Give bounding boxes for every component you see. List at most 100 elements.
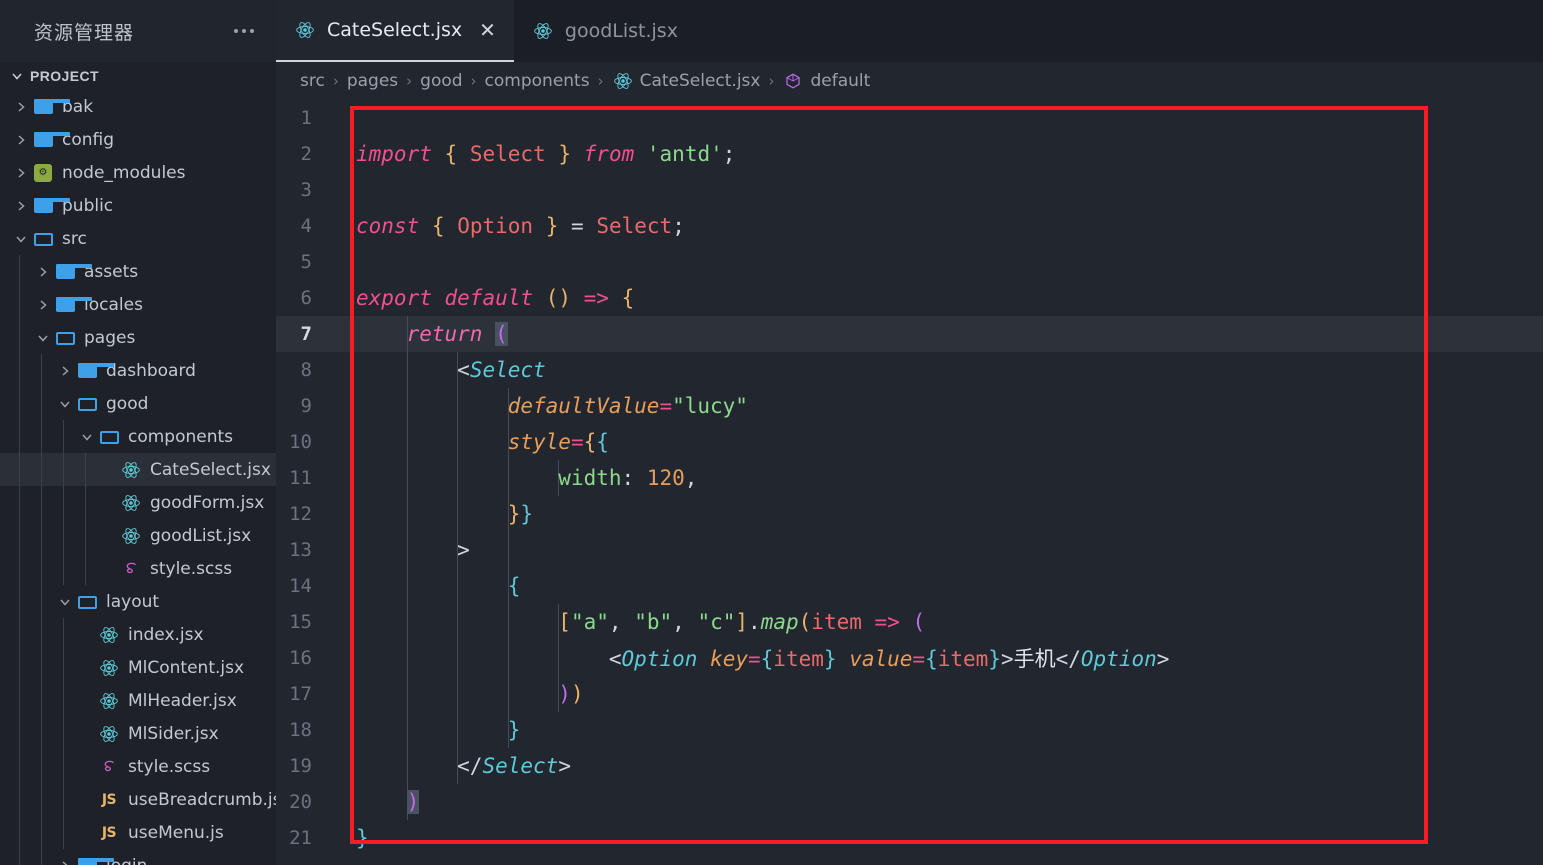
code-line-text[interactable]: defaultValue="lucy" bbox=[326, 394, 1543, 418]
more-actions-icon[interactable] bbox=[230, 23, 258, 39]
code-line-5[interactable]: 5 bbox=[276, 244, 1543, 280]
tree-item-good[interactable]: good bbox=[0, 387, 276, 420]
symbol-default-icon bbox=[782, 70, 804, 92]
tree-item-locales[interactable]: locales bbox=[0, 288, 276, 321]
breadcrumb-item-src[interactable]: src bbox=[300, 71, 325, 91]
breadcrumb-item-pages[interactable]: pages bbox=[347, 71, 398, 91]
tree-item-mlsider-jsx[interactable]: MlSider.jsx bbox=[0, 717, 276, 750]
chevron-right-icon[interactable] bbox=[54, 364, 76, 378]
code-line-text[interactable]: } bbox=[326, 718, 1543, 742]
chevron-down-icon[interactable] bbox=[54, 595, 76, 609]
code-line-text[interactable]: width: 120, bbox=[326, 466, 1543, 490]
tree-indent-guide bbox=[19, 486, 20, 519]
tree-item-label: components bbox=[128, 426, 234, 447]
code-line-text[interactable]: const { Option } = Select; bbox=[326, 214, 1543, 238]
tree-item-login[interactable]: login bbox=[0, 849, 276, 865]
code-line-3[interactable]: 3 bbox=[276, 172, 1543, 208]
code-line-text[interactable]: export default () => { bbox=[326, 286, 1543, 310]
code-line-text[interactable]: } bbox=[326, 826, 1543, 850]
code-line-15[interactable]: 15 ["a", "b", "c"].map(item => ( bbox=[276, 604, 1543, 640]
code-line-text[interactable]: </Select> bbox=[326, 754, 1543, 778]
code-line-10[interactable]: 10 style={{ bbox=[276, 424, 1543, 460]
tree-item-config[interactable]: config bbox=[0, 123, 276, 156]
file-tree[interactable]: bak config ⚙ node_modules public src assets loc… bbox=[0, 90, 276, 865]
tree-item-usebreadcrumb-js[interactable]: JS useBreadcrumb.js bbox=[0, 783, 276, 816]
tree-item-dashboard[interactable]: dashboard bbox=[0, 354, 276, 387]
breadcrumb-item-cateselect-jsx[interactable]: CateSelect.jsx bbox=[612, 70, 760, 92]
breadcrumb-item-components[interactable]: components bbox=[485, 71, 590, 91]
code-line-16[interactable]: 16 <Option key={item} value={item}>手机</O… bbox=[276, 640, 1543, 676]
code-line-text[interactable]: }} bbox=[326, 502, 1543, 526]
project-root-row[interactable]: PROJECT bbox=[0, 62, 276, 90]
tab-bar[interactable]: CateSelect.jsx ✕ goodList.jsx bbox=[276, 0, 1543, 62]
chevron-right-icon[interactable] bbox=[32, 298, 54, 312]
tree-item-style-scss[interactable]: style.scss bbox=[0, 750, 276, 783]
tree-item-cateselect-jsx[interactable]: CateSelect.jsx bbox=[0, 453, 276, 486]
code-line-12[interactable]: 12 }} bbox=[276, 496, 1543, 532]
tree-indent-guide bbox=[19, 288, 20, 321]
code-line-18[interactable]: 18 } bbox=[276, 712, 1543, 748]
tree-item-mlcontent-jsx[interactable]: MlContent.jsx bbox=[0, 651, 276, 684]
tree-item-node-modules[interactable]: ⚙ node_modules bbox=[0, 156, 276, 189]
chevron-down-icon[interactable] bbox=[76, 430, 98, 444]
code-line-20[interactable]: 20 ) bbox=[276, 784, 1543, 820]
code-line-14[interactable]: 14 { bbox=[276, 568, 1543, 604]
code-line-11[interactable]: 11 width: 120, bbox=[276, 460, 1543, 496]
tree-item-public[interactable]: public bbox=[0, 189, 276, 222]
code-line-text[interactable]: ) bbox=[326, 790, 1543, 814]
chevron-right-icon[interactable] bbox=[10, 100, 32, 114]
code-line-2[interactable]: 2 import { Select } from 'antd'; bbox=[276, 136, 1543, 172]
chevron-right-icon[interactable] bbox=[10, 199, 32, 213]
tree-item-src[interactable]: src bbox=[0, 222, 276, 255]
tree-item-mlheader-jsx[interactable]: MlHeader.jsx bbox=[0, 684, 276, 717]
code-line-text[interactable]: return ( bbox=[326, 322, 1543, 346]
chevron-down-icon[interactable] bbox=[10, 232, 32, 246]
react-icon bbox=[98, 624, 120, 646]
code-line-19[interactable]: 19 </Select> bbox=[276, 748, 1543, 784]
breadcrumb[interactable]: src › pages › good › components › CateSelect.jsx… bbox=[276, 62, 1543, 100]
chevron-right-icon[interactable] bbox=[10, 133, 32, 147]
tree-item-usemenu-js[interactable]: JS useMenu.js bbox=[0, 816, 276, 849]
chevron-right-icon[interactable] bbox=[54, 859, 76, 865]
code-line-8[interactable]: 8 <Select bbox=[276, 352, 1543, 388]
code-line-text[interactable]: style={{ bbox=[326, 430, 1543, 454]
code-line-text[interactable]: import { Select } from 'antd'; bbox=[326, 142, 1543, 166]
code-line-21[interactable]: 21} bbox=[276, 820, 1543, 856]
code-line-text[interactable]: )) bbox=[326, 682, 1543, 706]
code-line-17[interactable]: 17 )) bbox=[276, 676, 1543, 712]
code-line-13[interactable]: 13 > bbox=[276, 532, 1543, 568]
tree-item-components[interactable]: components bbox=[0, 420, 276, 453]
breadcrumb-item-default[interactable]: default bbox=[782, 70, 870, 92]
tree-item-goodform-jsx[interactable]: goodForm.jsx bbox=[0, 486, 276, 519]
editor-area: CateSelect.jsx ✕ goodList.jsx src › pages › go… bbox=[276, 0, 1543, 865]
chevron-right-icon[interactable] bbox=[32, 265, 54, 279]
close-icon[interactable]: ✕ bbox=[479, 20, 496, 40]
code-line-1[interactable]: 1 bbox=[276, 100, 1543, 136]
breadcrumb-item-good[interactable]: good bbox=[420, 71, 462, 91]
tab-cateselect-jsx[interactable]: CateSelect.jsx ✕ bbox=[276, 0, 514, 62]
code-line-4[interactable]: 4 const { Option } = Select; bbox=[276, 208, 1543, 244]
tree-item-pages[interactable]: pages bbox=[0, 321, 276, 354]
tree-item-assets[interactable]: assets bbox=[0, 255, 276, 288]
tree-item-style-scss[interactable]: style.scss bbox=[0, 552, 276, 585]
code-line-text[interactable]: { bbox=[326, 574, 1543, 598]
tree-item-layout[interactable]: layout bbox=[0, 585, 276, 618]
code-line-text[interactable]: > bbox=[326, 538, 1543, 562]
code-lines[interactable]: 1 2 import { Select } from 'antd'; 3 4 const … bbox=[276, 100, 1543, 856]
code-editor[interactable]: 1 2 import { Select } from 'antd'; 3 4 const … bbox=[276, 100, 1543, 865]
code-line-7[interactable]: 7 return ( bbox=[276, 316, 1543, 352]
line-number: 8 bbox=[300, 359, 312, 381]
code-line-text[interactable]: ["a", "b", "c"].map(item => ( bbox=[326, 610, 1543, 634]
code-line-6[interactable]: 6 export default () => { bbox=[276, 280, 1543, 316]
chevron-down-icon[interactable] bbox=[32, 331, 54, 345]
chevron-down-icon[interactable] bbox=[54, 397, 76, 411]
tree-item-goodlist-jsx[interactable]: goodList.jsx bbox=[0, 519, 276, 552]
code-line-text[interactable]: <Option key={item} value={item}>手机</Opti… bbox=[326, 643, 1543, 673]
tree-item-bak[interactable]: bak bbox=[0, 90, 276, 123]
tree-item-index-jsx[interactable]: index.jsx bbox=[0, 618, 276, 651]
tab-goodlist-jsx[interactable]: goodList.jsx bbox=[513, 0, 696, 62]
code-line-9[interactable]: 9 defaultValue="lucy" bbox=[276, 388, 1543, 424]
code-line-text[interactable]: <Select bbox=[326, 358, 1543, 382]
chevron-right-icon[interactable] bbox=[10, 166, 32, 180]
breadcrumb-separator: › bbox=[332, 72, 339, 90]
